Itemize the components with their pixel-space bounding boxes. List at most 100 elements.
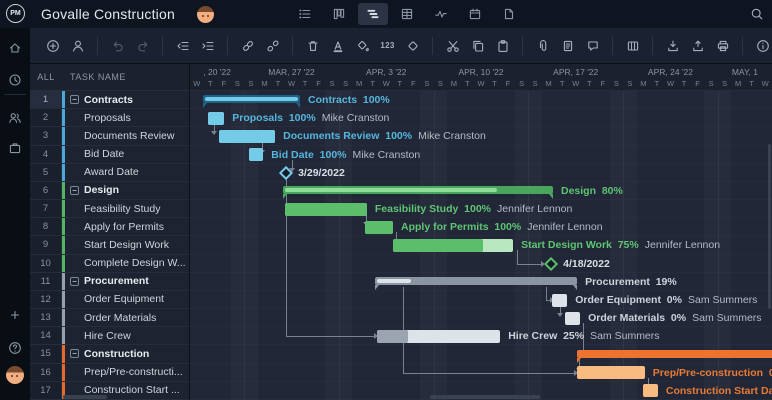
- day-letter: T: [298, 79, 312, 88]
- bar-label-text: Start Design Work 75%: [521, 239, 639, 251]
- task-panel-hscrollbar[interactable]: [63, 395, 107, 399]
- dependency-line: [286, 336, 374, 337]
- calendar-view-button[interactable]: [460, 3, 490, 25]
- workflow-view-button[interactable]: [426, 3, 456, 25]
- unlink-icon: [266, 39, 280, 53]
- task-row[interactable]: 13Order Materials: [30, 309, 189, 327]
- redo-button[interactable]: [130, 33, 155, 59]
- task-row[interactable]: 1−Contracts: [30, 91, 189, 109]
- gantt-view-button[interactable]: [358, 3, 388, 25]
- pm-logo[interactable]: PM: [6, 4, 25, 23]
- gantt-vscrollbar[interactable]: [768, 144, 771, 309]
- gantt-hscrollbar[interactable]: [430, 395, 540, 399]
- export-button[interactable]: [685, 33, 710, 59]
- task-row[interactable]: 14Hire Crew: [30, 327, 189, 345]
- gantt-bar-task[interactable]: [552, 294, 567, 307]
- task-row[interactable]: 10Complete Design W...: [30, 255, 189, 273]
- indent-button[interactable]: [195, 33, 220, 59]
- row-number: 6: [30, 182, 62, 199]
- collapse-icon[interactable]: −: [70, 186, 79, 195]
- task-row[interactable]: 12Order Equipment: [30, 291, 189, 309]
- undo-button[interactable]: [105, 33, 130, 59]
- user-avatar[interactable]: [6, 366, 24, 384]
- assign-icon: [71, 39, 85, 53]
- gantt-bar-task[interactable]: [285, 203, 367, 216]
- gantt-bar-task[interactable]: [249, 148, 263, 161]
- unlink-button[interactable]: [260, 33, 285, 59]
- attach-button[interactable]: [530, 33, 555, 59]
- toolbar-divider: [292, 37, 293, 55]
- home-button[interactable]: [0, 33, 30, 63]
- plus-button[interactable]: [0, 300, 30, 330]
- task-row[interactable]: 9Start Design Work: [30, 236, 189, 254]
- gantt-bar-task[interactable]: [377, 330, 500, 343]
- day-letter: F: [312, 79, 326, 88]
- gantt-bar-task[interactable]: [643, 384, 658, 397]
- gantt-bar-task[interactable]: [219, 130, 275, 143]
- cut-icon: [446, 39, 460, 53]
- cut-button[interactable]: [440, 33, 465, 59]
- add-task-button[interactable]: [40, 33, 65, 59]
- week-label: MAY, 1: [718, 67, 772, 77]
- fill-color-button[interactable]: [350, 33, 375, 59]
- collapse-icon[interactable]: −: [70, 277, 79, 286]
- task-row[interactable]: 2Proposals: [30, 109, 189, 127]
- bar-progress: [219, 130, 275, 143]
- milestone-button[interactable]: [400, 33, 425, 59]
- task-row[interactable]: 5Award Date: [30, 164, 189, 182]
- task-row[interactable]: 7Feasibility Study: [30, 200, 189, 218]
- task-name: −Design: [65, 182, 189, 199]
- columns-button[interactable]: [620, 33, 645, 59]
- page-view-button[interactable]: [494, 3, 524, 25]
- gantt-bar-summary[interactable]: [375, 277, 577, 285]
- copy-button[interactable]: [465, 33, 490, 59]
- task-row[interactable]: 6−Design: [30, 182, 189, 200]
- task-row[interactable]: 11−Procurement: [30, 273, 189, 291]
- board-view-button[interactable]: [324, 3, 354, 25]
- outdent-button[interactable]: [170, 33, 195, 59]
- gantt-bar-task[interactable]: [577, 366, 645, 379]
- numbers-button[interactable]: 123: [375, 33, 400, 59]
- task-row[interactable]: 4Bid Date: [30, 146, 189, 164]
- gantt-milestone[interactable]: [544, 257, 558, 271]
- gantt-bar-task[interactable]: [565, 312, 580, 325]
- project-avatar[interactable]: [197, 6, 214, 23]
- import-button[interactable]: [660, 33, 685, 59]
- task-name: Hire Crew: [65, 327, 189, 344]
- gantt-bar-task[interactable]: [393, 239, 513, 252]
- collapse-icon[interactable]: −: [70, 95, 79, 104]
- notes-button[interactable]: [555, 33, 580, 59]
- day-letter: T: [677, 79, 691, 88]
- gantt-bar-task[interactable]: [365, 221, 393, 234]
- assign-button[interactable]: [65, 33, 90, 59]
- task-row[interactable]: 15−Construction: [30, 345, 189, 363]
- delete-button[interactable]: [300, 33, 325, 59]
- task-row[interactable]: 8Apply for Permits: [30, 218, 189, 236]
- clock-button[interactable]: [0, 65, 30, 95]
- collapse-icon[interactable]: −: [70, 349, 79, 358]
- column-header-task-name[interactable]: TASK NAME: [62, 72, 126, 82]
- search-button[interactable]: [750, 7, 764, 21]
- comment-button[interactable]: [580, 33, 605, 59]
- print-button[interactable]: [710, 33, 735, 59]
- gantt-bar-summary[interactable]: [283, 186, 553, 194]
- font-color-button[interactable]: [325, 33, 350, 59]
- gantt-bar-summary[interactable]: [577, 350, 772, 358]
- bar-label: Apply for Permits 100%Jennifer Lennon: [401, 218, 603, 236]
- link-button[interactable]: [235, 33, 260, 59]
- portfolio-button[interactable]: [0, 133, 30, 163]
- task-row[interactable]: 17Construction Start ...: [30, 382, 189, 400]
- list-view-button[interactable]: [290, 3, 320, 25]
- info-button[interactable]: [750, 33, 772, 59]
- team-button[interactable]: [0, 103, 30, 133]
- column-header-all[interactable]: ALL: [30, 72, 62, 82]
- help-button[interactable]: [0, 333, 30, 363]
- task-row[interactable]: 3Documents Review: [30, 127, 189, 145]
- gantt-bar-task[interactable]: [208, 112, 224, 125]
- gantt-bar-summary[interactable]: [203, 95, 300, 103]
- task-row[interactable]: 16Prep/Pre-constructi...: [30, 364, 189, 382]
- sheet-view-button[interactable]: [392, 3, 422, 25]
- paste-button[interactable]: [490, 33, 515, 59]
- bar-progress: [285, 203, 367, 216]
- row-number: 2: [30, 109, 62, 126]
